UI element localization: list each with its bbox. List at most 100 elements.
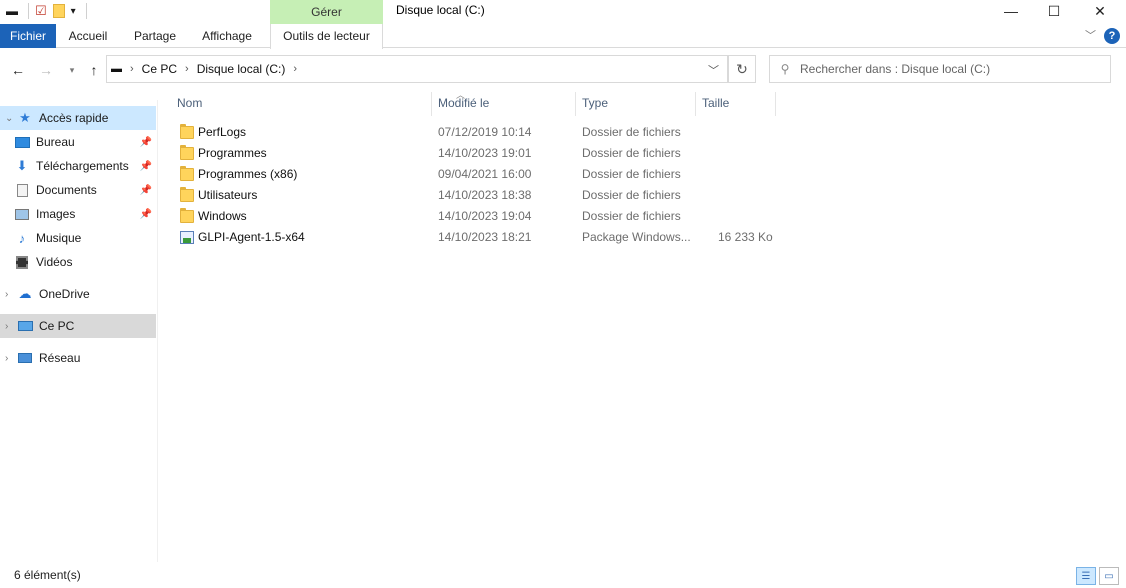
file-type: Dossier de fichiers (582, 146, 681, 160)
file-name: Programmes (198, 146, 267, 160)
pin-icon[interactable]: 📌 (140, 161, 152, 172)
sidebar-item-label: Bureau (36, 135, 75, 149)
chevron-right-icon[interactable]: › (5, 321, 17, 332)
column-modified[interactable]: Modifié le (438, 96, 489, 110)
back-arrow-icon[interactable]: ← (8, 60, 28, 80)
customize-toolbar-icon[interactable]: ▾ (71, 6, 76, 17)
folder-icon (180, 124, 194, 139)
sidebar-item-videos[interactable]: Vidéos (0, 250, 156, 274)
sidebar-item-label: Réseau (39, 351, 81, 365)
pc-icon: ▬ (111, 63, 122, 75)
sidebar-item-images[interactable]: Images 📌 (0, 202, 156, 226)
breadcrumb-separator[interactable]: › (293, 63, 297, 75)
refresh-icon[interactable]: ↻ (728, 55, 756, 83)
chevron-down-icon[interactable]: ﹀ (708, 62, 719, 78)
file-name: Programmes (x86) (198, 167, 298, 181)
close-button[interactable]: ✕ (1077, 0, 1123, 22)
recent-locations-icon[interactable]: ▾ (62, 60, 82, 80)
search-input[interactable] (800, 62, 1090, 76)
breadcrumb-separator[interactable]: › (130, 63, 134, 75)
tab-manage[interactable]: Gérer (270, 0, 383, 24)
sidebar-item-quick-access[interactable]: ⌄ ★ Accès rapide (0, 106, 156, 130)
file-modified: 14/10/2023 19:04 (438, 209, 532, 223)
tab-drive-tools[interactable]: Outils de lecteur (270, 24, 383, 49)
breadcrumb-separator[interactable]: › (185, 63, 189, 75)
status-bar: 6 élément(s) ☰ ▭ (0, 562, 1126, 588)
details-view-icon[interactable]: ☰ (1076, 567, 1096, 585)
large-icons-view-icon[interactable]: ▭ (1099, 567, 1119, 585)
column-divider[interactable] (431, 92, 432, 116)
file-type: Dossier de fichiers (582, 167, 681, 181)
tab-share[interactable]: Partage (126, 24, 184, 48)
sidebar-item-onedrive[interactable]: › ☁ OneDrive (0, 282, 156, 306)
folder-icon (180, 187, 194, 202)
drive-icon[interactable]: ▬ (6, 4, 18, 18)
quick-access-toolbar: ▬ ☑ ▾ (6, 2, 87, 20)
sidebar-item-this-pc[interactable]: › Ce PC (0, 314, 156, 338)
breadcrumb-this-pc[interactable]: Ce PC (142, 62, 177, 76)
file-name: Windows (198, 209, 247, 223)
file-type: Dossier de fichiers (582, 125, 681, 139)
pin-icon[interactable]: 📌 (140, 137, 152, 148)
column-size[interactable]: Taille (702, 96, 729, 110)
star-icon: ★ (19, 110, 31, 125)
file-row[interactable]: Utilisateurs 14/10/2023 18:38 Dossier de… (172, 185, 782, 206)
sidebar-item-label: Vidéos (36, 255, 73, 269)
sidebar-item-network[interactable]: › Réseau (0, 346, 156, 370)
column-divider[interactable] (775, 92, 776, 116)
chevron-down-icon[interactable]: ⌄ (5, 113, 17, 124)
ribbon: Fichier Accueil Partage Affichage Outils… (0, 24, 1126, 49)
file-name: PerfLogs (198, 125, 247, 139)
address-bar[interactable]: ▬ › Ce PC › Disque local (C:) › ﹀ (106, 55, 728, 83)
tab-file[interactable]: Fichier (0, 24, 56, 48)
forward-arrow-icon[interactable]: → (36, 60, 56, 80)
sidebar-item-music[interactable]: ♪ Musique (0, 226, 156, 250)
cloud-icon: ☁ (18, 286, 32, 301)
help-icon[interactable]: ? (1104, 28, 1120, 44)
sidebar-item-desktop[interactable]: Bureau 📌 (0, 130, 156, 154)
tab-view[interactable]: Affichage (192, 24, 262, 48)
file-modified: 09/04/2021 16:00 (438, 167, 532, 181)
new-folder-icon[interactable] (52, 4, 65, 18)
sidebar-item-downloads[interactable]: ⬇ Téléchargements 📌 (0, 154, 156, 178)
pin-icon[interactable]: 📌 (140, 209, 152, 220)
document-icon (14, 183, 30, 197)
file-type: Package Windows... (582, 230, 691, 244)
folder-icon (180, 166, 194, 181)
file-row[interactable]: Programmes 14/10/2023 19:01 Dossier de f… (172, 143, 782, 164)
column-name[interactable]: Nom (177, 96, 202, 110)
sidebar-item-label: Ce PC (39, 319, 75, 333)
file-row[interactable]: GLPI-Agent-1.5-x64 14/10/2023 18:21 Pack… (172, 227, 782, 248)
chevron-right-icon[interactable]: › (5, 353, 17, 364)
file-row[interactable]: PerfLogs 07/12/2019 10:14 Dossier de fic… (172, 122, 782, 143)
file-name: Utilisateurs (198, 188, 258, 202)
sidebar-item-label: Accès rapide (39, 111, 109, 125)
file-row[interactable]: Programmes (x86) 09/04/2021 16:00 Dossie… (172, 164, 782, 185)
pin-icon[interactable]: 📌 (140, 185, 152, 196)
network-icon (17, 351, 33, 365)
file-type: Dossier de fichiers (582, 188, 681, 202)
expand-ribbon-icon[interactable]: ﹀ (1085, 27, 1096, 43)
breadcrumb-local-disk[interactable]: Disque local (C:) (197, 62, 286, 76)
file-row[interactable]: Windows 14/10/2023 19:04 Dossier de fich… (172, 206, 782, 227)
sidebar-item-label: OneDrive (39, 287, 90, 301)
toolbar-divider (85, 3, 87, 19)
minimize-button[interactable]: — (988, 0, 1034, 22)
file-modified: 14/10/2023 19:01 (438, 146, 532, 160)
window-title: Disque local (C:) (396, 3, 485, 17)
sidebar-item-label: Documents (36, 183, 97, 197)
search-box[interactable]: ⚲ (769, 55, 1111, 83)
sidebar-item-documents[interactable]: Documents 📌 (0, 178, 156, 202)
tab-home[interactable]: Accueil (60, 24, 116, 48)
maximize-button[interactable]: ☐ (1031, 0, 1077, 22)
up-arrow-icon[interactable]: ↑ (84, 60, 104, 80)
video-icon (14, 255, 30, 269)
computer-icon (17, 319, 33, 333)
column-divider[interactable] (695, 92, 696, 116)
chevron-right-icon[interactable]: › (5, 289, 17, 300)
column-type[interactable]: Type (582, 96, 608, 110)
file-type: Dossier de fichiers (582, 209, 681, 223)
properties-icon[interactable]: ☑ (35, 3, 47, 19)
title-bar: ▬ ☑ ▾ Gérer Disque local (C:) — ☐ ✕ (0, 0, 1126, 24)
column-divider[interactable] (575, 92, 576, 116)
